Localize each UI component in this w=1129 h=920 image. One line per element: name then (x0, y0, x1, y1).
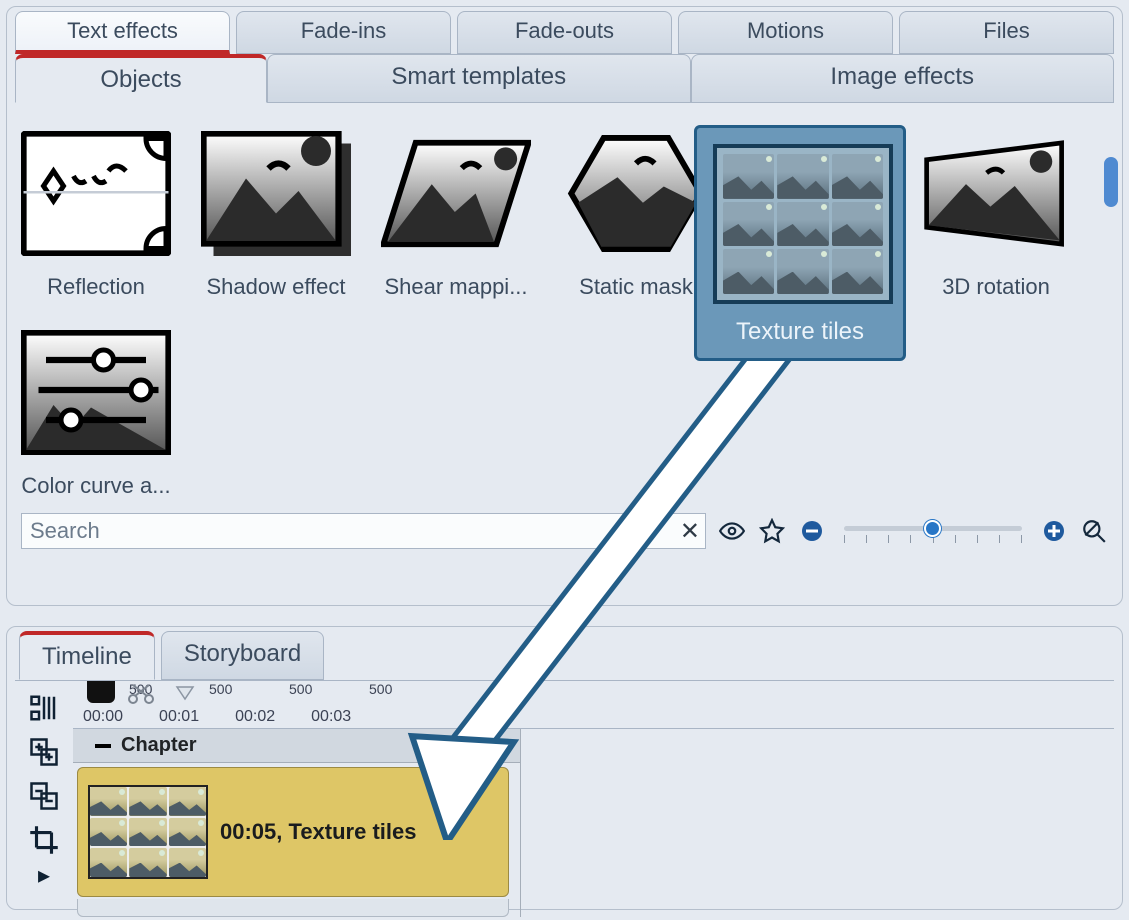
tab-smart-templates[interactable]: Smart templates (267, 54, 691, 103)
playhead-icon[interactable] (87, 681, 115, 703)
gallery-item-mask[interactable]: Static mask (561, 131, 711, 300)
gallery-item-3d-rotation[interactable]: 3D rotation (921, 131, 1071, 300)
gallery-item-label: Shear mappi... (381, 274, 531, 300)
shear-icon (381, 131, 531, 256)
gallery-item-label: Reflection (21, 274, 171, 300)
search-box: ✕ (21, 513, 706, 549)
collapse-icon[interactable] (95, 744, 111, 748)
tool-crop-icon[interactable] (24, 823, 64, 857)
gallery-item-texture-tiles-selected[interactable]: Texture tiles (694, 125, 906, 361)
scrollbar-thumb[interactable] (1104, 157, 1118, 207)
gallery-item-color-curve[interactable]: Color curve a... (21, 330, 171, 499)
clip-thumbnail (88, 785, 208, 879)
clip-label: 00:05, Texture tiles (220, 819, 417, 845)
tool-add-track-icon[interactable] (24, 735, 64, 769)
timeline-ruler[interactable]: 500 500 500 500 00:00 00:01 00:02 00:03 (73, 681, 1114, 729)
search-input[interactable] (21, 513, 706, 549)
tab-files[interactable]: Files (899, 11, 1114, 54)
effects-panel: Text effects Fade-ins Fade-outs Motions … (6, 6, 1123, 606)
rotation3d-icon (921, 131, 1071, 256)
ruler-time-labels: 00:00 00:01 00:02 00:03 (83, 708, 1114, 726)
shadow-icon (201, 131, 351, 256)
scissors-icon (127, 683, 155, 705)
zoom-slider[interactable] (838, 517, 1028, 545)
tool-remove-track-icon[interactable] (24, 779, 64, 813)
gallery-item-shadow[interactable]: Shadow effect (201, 131, 351, 300)
tab-fade-outs[interactable]: Fade-outs (457, 11, 672, 54)
gallery-item-reflection[interactable]: Reflection (21, 131, 171, 300)
tab-motions[interactable]: Motions (678, 11, 893, 54)
tab-image-effects[interactable]: Image effects (691, 54, 1115, 103)
tab-text-effects[interactable]: Text effects (15, 11, 230, 54)
reflection-icon (21, 131, 171, 256)
tool-groups-icon[interactable] (24, 691, 64, 725)
clip-underlay (77, 899, 509, 917)
timeline-area: ▸ 500 500 500 500 00:00 00:01 00:02 00:0… (15, 680, 1114, 917)
zoom-out-icon[interactable] (798, 517, 826, 545)
gallery-item-label: Shadow effect (201, 274, 351, 300)
gallery-scrollbar[interactable] (1104, 157, 1118, 535)
preview-icon[interactable] (718, 517, 746, 545)
search-toolbar: ✕ (15, 513, 1114, 549)
favorite-icon[interactable] (758, 517, 786, 545)
gallery-item-label: Color curve a... (21, 473, 171, 499)
track-title: Chapter (121, 734, 197, 757)
effects-gallery: Reflection Shadow effect (15, 103, 1114, 509)
timeline-clip[interactable]: 00:05, Texture tiles (77, 767, 509, 897)
timeline-panel: Timeline Storyboard ▸ 500 500 (6, 626, 1123, 910)
track-header[interactable]: Chapter (73, 729, 520, 763)
gallery-item-label: Static mask (561, 274, 711, 300)
zoom-handle[interactable] (924, 520, 941, 537)
selected-tile-label: Texture tiles (713, 318, 887, 346)
track-container: Chapter (73, 729, 521, 917)
timeline-main: 500 500 500 500 00:00 00:01 00:02 00:03 (73, 681, 1114, 917)
tab-timeline[interactable]: Timeline (19, 631, 155, 680)
tab-fade-ins[interactable]: Fade-ins (236, 11, 451, 54)
top-tabs-row1: Text effects Fade-ins Fade-outs Motions … (15, 11, 1114, 54)
tab-objects[interactable]: Objects (15, 54, 267, 103)
timeline-tools: ▸ (15, 681, 73, 917)
tab-storyboard[interactable]: Storyboard (161, 631, 324, 680)
clear-icon[interactable]: ✕ (680, 517, 700, 546)
gallery-item-shear[interactable]: Shear mappi... (381, 131, 531, 300)
top-tabs-row2: Objects Smart templates Image effects (15, 54, 1114, 103)
marker-icon (173, 685, 197, 703)
tool-expand-icon[interactable]: ▸ (24, 867, 64, 883)
texture-tiles-icon (713, 144, 893, 304)
gallery-item-label: 3D rotation (921, 274, 1071, 300)
bottom-tabs: Timeline Storyboard (15, 631, 1114, 680)
mask-icon (561, 131, 711, 256)
color-curve-icon (21, 330, 171, 455)
zoom-in-icon[interactable] (1040, 517, 1068, 545)
